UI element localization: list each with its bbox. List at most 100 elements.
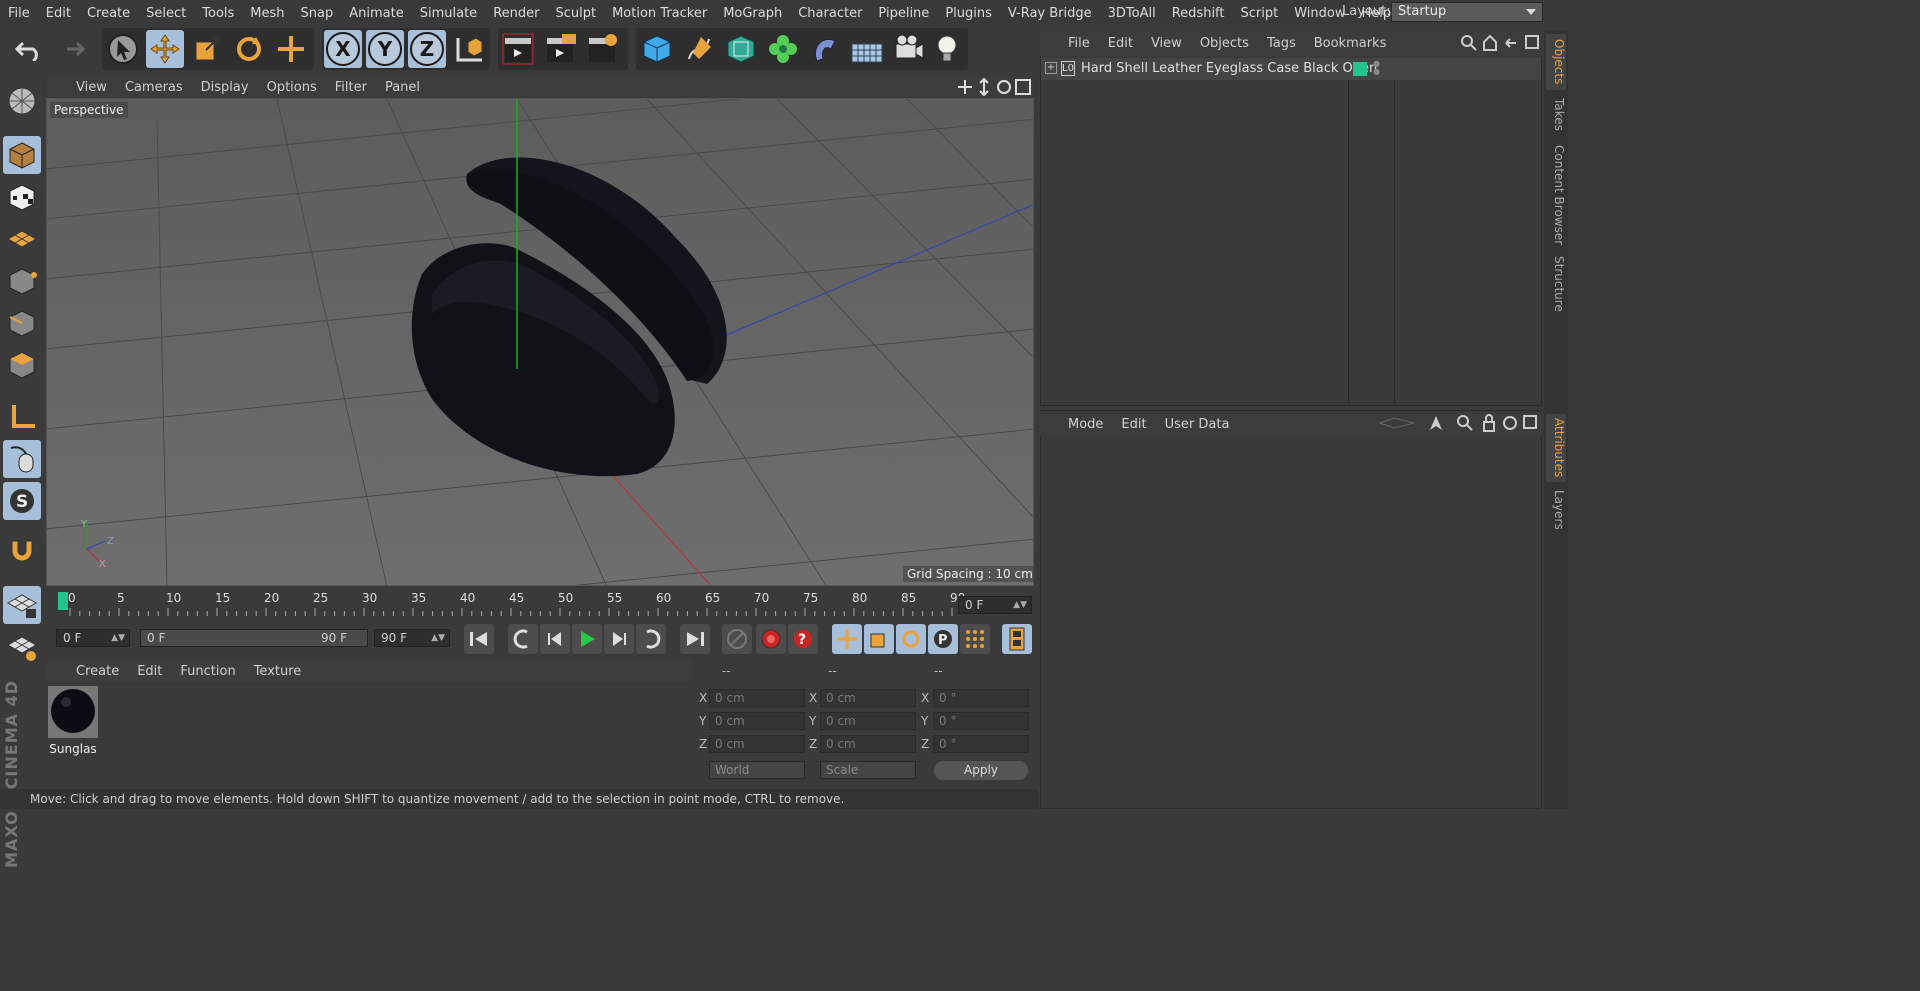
viewport-menu-panel[interactable]: Panel xyxy=(376,80,429,95)
obj-menu-tags[interactable]: Tags xyxy=(1258,36,1305,51)
pen-spline-button[interactable] xyxy=(680,30,718,68)
material-menu-function[interactable]: Function xyxy=(171,664,244,679)
material-swatch[interactable]: Sunglas xyxy=(48,686,98,756)
timeline-ruler[interactable]: 051015202530354045505560657075808590 0 F… xyxy=(46,590,1034,620)
make-editable-button[interactable] xyxy=(3,82,41,120)
size-x-field[interactable]: 0 cm xyxy=(820,689,916,707)
start-frame-field[interactable]: 0 F ▲▼ xyxy=(56,629,130,647)
key-rotation-button[interactable] xyxy=(896,624,926,654)
rot-h-field[interactable]: 0 ° xyxy=(933,689,1029,707)
display-color-tag[interactable] xyxy=(1353,62,1367,76)
go-to-start-button[interactable] xyxy=(464,624,494,654)
tab-structure[interactable]: Structure xyxy=(1546,254,1566,314)
redo-button[interactable] xyxy=(52,30,90,68)
play-button[interactable] xyxy=(572,624,602,654)
record-keyframe-button[interactable] xyxy=(722,624,752,654)
zoom-icon[interactable] xyxy=(979,78,989,96)
object-name[interactable]: Hard Shell Leather Eyeglass Case Black O… xyxy=(1081,61,1377,76)
obj-menu-view[interactable]: View xyxy=(1142,36,1191,51)
render-view-button[interactable] xyxy=(500,30,538,68)
menu-character[interactable]: Character xyxy=(790,6,870,21)
camera-button[interactable] xyxy=(890,30,928,68)
menu-select[interactable]: Select xyxy=(138,6,194,21)
key-position-button[interactable] xyxy=(832,624,862,654)
x-axis-lock-button[interactable]: X xyxy=(324,30,362,68)
viewport-nav-icons[interactable] xyxy=(956,78,1032,96)
menu-script[interactable]: Script xyxy=(1233,6,1287,21)
render-settings-button[interactable] xyxy=(584,30,622,68)
menu-snap[interactable]: Snap xyxy=(293,6,342,21)
menu-render[interactable]: Render xyxy=(485,6,547,21)
menu-create[interactable]: Create xyxy=(79,6,138,21)
next-frame-button[interactable] xyxy=(604,624,634,654)
tab-layers[interactable]: Layers xyxy=(1546,486,1566,534)
menu-file[interactable]: File xyxy=(0,6,38,21)
maximize-view-icon[interactable] xyxy=(1015,79,1031,95)
autokeying-button[interactable] xyxy=(756,624,786,654)
coord-mode-scale-select[interactable]: Scale xyxy=(820,761,916,779)
y-axis-lock-button[interactable]: Y xyxy=(366,30,404,68)
menu-animate[interactable]: Animate xyxy=(341,6,411,21)
viewport-menu-filter[interactable]: Filter xyxy=(326,80,376,95)
menu-sculpt[interactable]: Sculpt xyxy=(547,6,604,21)
layout-select[interactable]: Startup xyxy=(1391,2,1543,22)
go-to-end-button[interactable] xyxy=(680,624,710,654)
history-arrows-icon[interactable] xyxy=(1378,417,1415,429)
viewport-menu-options[interactable]: Options xyxy=(258,80,326,95)
new-panel-icon[interactable] xyxy=(1525,35,1539,49)
menu-tools[interactable]: Tools xyxy=(194,6,242,21)
apply-button[interactable]: Apply xyxy=(934,761,1028,780)
deformer-button[interactable] xyxy=(806,30,844,68)
object-manager-tools[interactable] xyxy=(1460,34,1540,52)
rot-p-field[interactable]: 0 ° xyxy=(933,712,1029,730)
material-menu-create[interactable]: Create xyxy=(46,664,128,679)
z-axis-lock-button[interactable]: Z xyxy=(408,30,446,68)
previous-key-button[interactable] xyxy=(508,624,538,654)
key-point-level-button[interactable] xyxy=(960,624,990,654)
rot-b-field[interactable]: 0 ° xyxy=(933,735,1029,753)
floor-environment-button[interactable] xyxy=(848,30,886,68)
attribute-manager-tools[interactable] xyxy=(1376,414,1540,432)
attr-menu-edit[interactable]: Edit xyxy=(1112,417,1155,432)
lock-icon[interactable] xyxy=(1483,421,1495,432)
home-icon[interactable] xyxy=(1483,34,1497,51)
attr-menu-user-data[interactable]: User Data xyxy=(1156,417,1239,432)
current-frame-field[interactable]: 0 F ▲▼ xyxy=(958,596,1032,614)
planar-workplane-button[interactable] xyxy=(3,628,41,666)
obj-menu-file[interactable]: File xyxy=(1040,36,1099,51)
coord-mode-world-select[interactable]: World xyxy=(709,761,805,779)
menu-plugins[interactable]: Plugins xyxy=(937,6,1000,21)
next-key-button[interactable] xyxy=(636,624,666,654)
recent-tool-button[interactable] xyxy=(272,30,310,68)
key-parameter-button[interactable]: P xyxy=(928,624,958,654)
scale-tool-button[interactable] xyxy=(188,30,226,68)
tweak-mode-button[interactable] xyxy=(3,440,41,478)
pos-y-field[interactable]: 0 cm xyxy=(709,712,805,730)
model-mode-button[interactable] xyxy=(3,136,41,174)
size-y-field[interactable]: 0 cm xyxy=(820,712,916,730)
obj-menu-bookmarks[interactable]: Bookmarks xyxy=(1305,36,1396,51)
expand-icon[interactable]: + xyxy=(1045,62,1057,74)
texture-mode-button[interactable] xyxy=(3,178,41,216)
visibility-dots-icon[interactable]: ● ● xyxy=(1373,60,1380,76)
tab-attributes[interactable]: Attributes xyxy=(1546,414,1566,482)
points-mode-button[interactable] xyxy=(3,262,41,300)
attr-menu-mode[interactable]: Mode xyxy=(1040,417,1112,432)
tab-content-browser[interactable]: Content Browser xyxy=(1546,140,1566,250)
menu-pipeline[interactable]: Pipeline xyxy=(870,6,937,21)
object-row[interactable]: + L0 Hard Shell Leather Eyeglass Case Bl… xyxy=(1041,58,1541,80)
search-icon[interactable] xyxy=(1457,415,1469,427)
workplane-mode-button[interactable] xyxy=(3,220,41,258)
tab-takes[interactable]: Takes xyxy=(1546,92,1566,136)
subdivision-surface-button[interactable] xyxy=(722,30,760,68)
previous-frame-button[interactable] xyxy=(540,624,570,654)
move-tool-button[interactable] xyxy=(146,30,184,68)
new-panel-icon[interactable] xyxy=(1523,415,1537,429)
orbit-icon[interactable] xyxy=(997,80,1011,94)
undo-button[interactable] xyxy=(10,30,48,68)
solo-mode-button[interactable]: S xyxy=(3,482,41,520)
viewport-menu-display[interactable]: Display xyxy=(192,80,258,95)
light-button[interactable] xyxy=(928,30,966,68)
tab-objects[interactable]: Objects xyxy=(1546,34,1566,90)
back-icon[interactable] xyxy=(1505,38,1516,48)
